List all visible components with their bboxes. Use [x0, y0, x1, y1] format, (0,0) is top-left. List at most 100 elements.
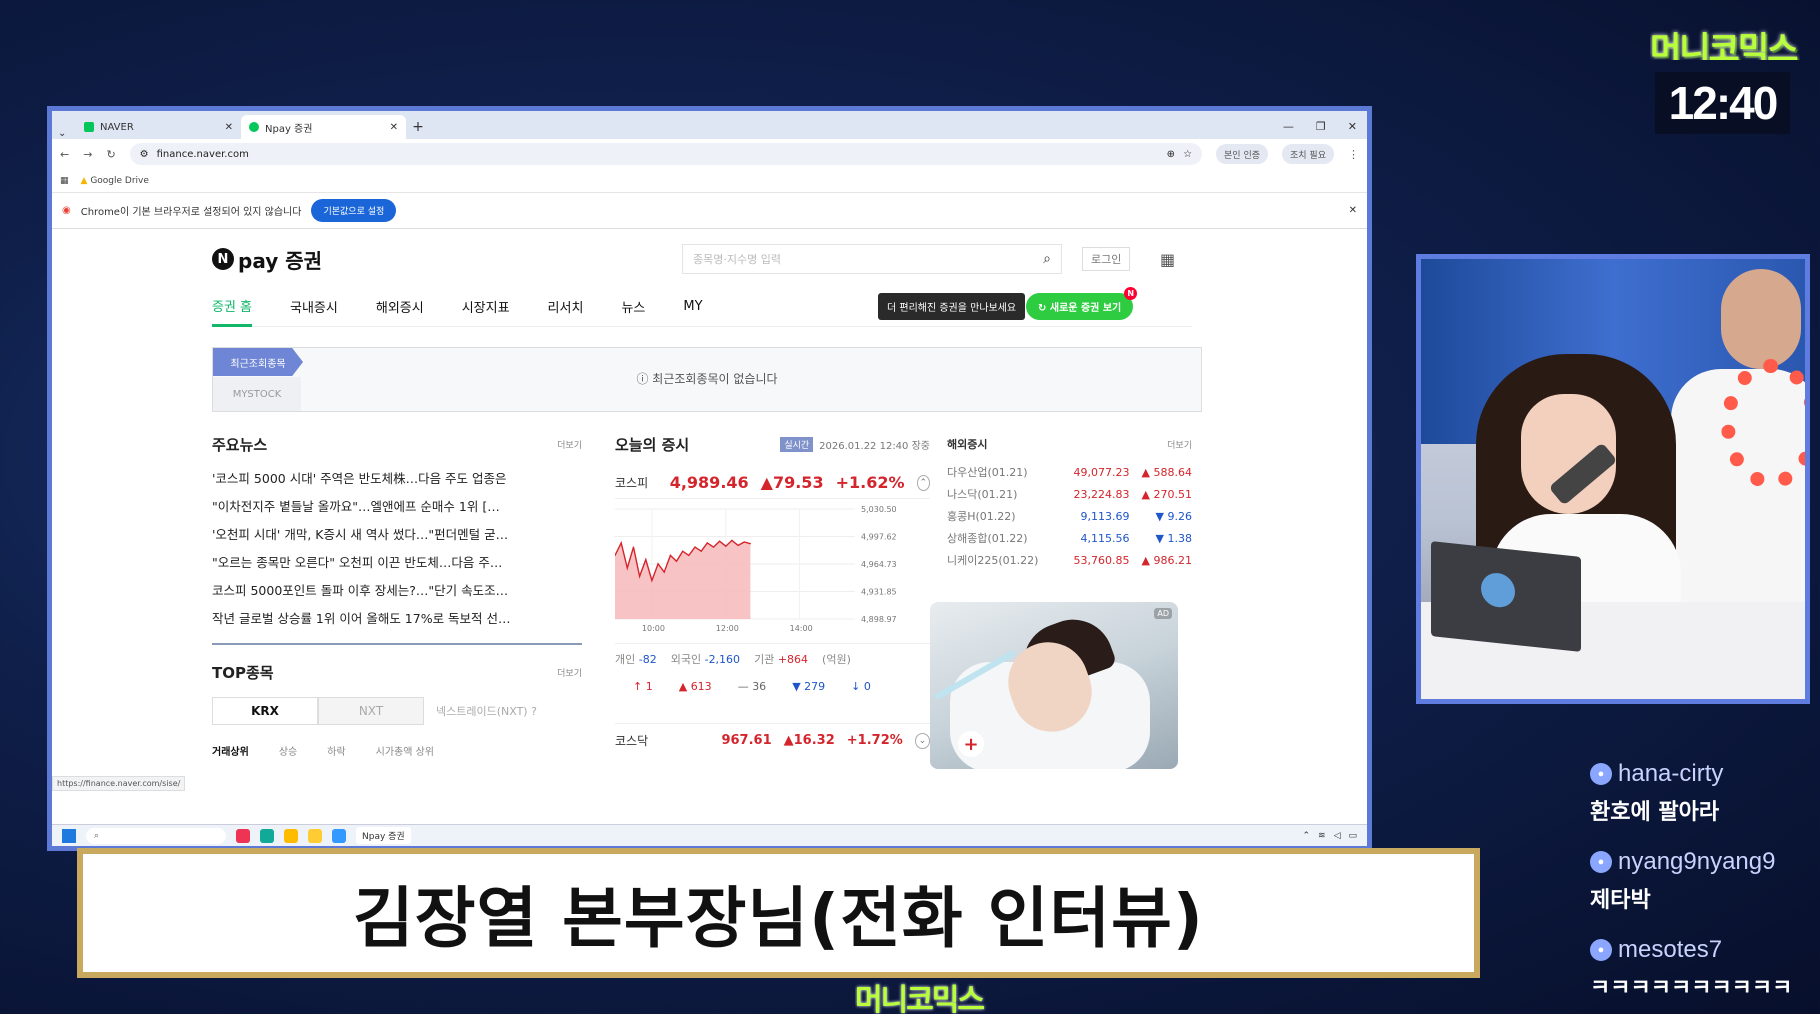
new-tab-icon[interactable]: + [406, 119, 430, 139]
chat-user: ● nyang9nyang9 [1590, 848, 1820, 876]
app-icon[interactable] [236, 828, 250, 843]
bookmark-star-icon[interactable]: ☆ [1183, 149, 1192, 160]
ad-banner[interactable]: AD + [930, 602, 1178, 769]
battery-icon[interactable]: ▭ [1348, 831, 1357, 841]
edge-icon[interactable] [260, 828, 274, 843]
triangle-down-icon: ▼ [792, 679, 801, 693]
nav-indicators[interactable]: 시장지표 [462, 287, 510, 327]
kospi-point [669, 554, 671, 557]
back-icon[interactable]: ← [60, 148, 69, 161]
index-name: 다우산업(01.21) [947, 466, 1028, 479]
chrome-icon[interactable] [284, 828, 298, 843]
news-item[interactable]: 코스피 5000포인트 돌파 이후 장세는?…"단기 속도조… [212, 577, 582, 605]
y-tick-label: 4,964.73 [861, 560, 897, 569]
kospi-row[interactable]: 코스피 4,989.46 ▲79.53 +1.62% ⌃ [615, 467, 930, 499]
news-item[interactable]: '코스피 5000 시대' 주역은 반도체株…다음 주도 업종은 [212, 465, 582, 493]
news-more-link[interactable]: 더보기 [557, 438, 582, 451]
default-browser-infobar: ◉ Chrome이 기본 브라우저로 설정되어 있지 않습니다 기본값으로 설정… [52, 193, 1367, 229]
menu-kebab-icon[interactable]: ⋮ [1348, 148, 1359, 161]
nav-overseas[interactable]: 해외증시 [376, 287, 424, 327]
set-default-button[interactable]: 기본값으로 설정 [311, 199, 397, 222]
top-title: TOP종목 [212, 663, 274, 682]
system-tray: ⌃ ≋ ◁ ▭ [1302, 831, 1357, 841]
world-index-row[interactable]: 다우산업(01.21) 49,077.23 ▲ 588.64 [947, 461, 1192, 483]
tab-search-icon[interactable]: ⌄ [58, 128, 76, 139]
stock-search-input[interactable]: 종목명·지수명 입력 ⌕ [682, 244, 1062, 274]
chevron-down-icon[interactable]: ⌄ [914, 732, 930, 749]
forward-icon[interactable]: → [83, 148, 92, 161]
world-index-row[interactable]: 상해종합(01.22) 4,115.56 ▼ 1.38 [947, 527, 1192, 549]
kospi-point [700, 550, 702, 552]
search-icon[interactable]: ⌕ [1043, 251, 1051, 267]
seg-krx[interactable]: KRX [212, 697, 318, 725]
nxt-note[interactable]: 넥스트레이드(NXT) ? [436, 703, 537, 719]
news-item[interactable]: 작년 글로벌 상승률 1위 이어 올해도 17%로 독보적 선… [212, 605, 582, 633]
action-needed-button[interactable]: 조치 필요 [1282, 144, 1334, 164]
address-bar[interactable]: ⚙ finance.naver.com ⊕ ☆ [129, 143, 1203, 165]
new-stock-button[interactable]: ↻ 새로운 증권 보기 N [1026, 287, 1138, 320]
volume-icon[interactable]: ◁ [1334, 831, 1341, 841]
top-more-link[interactable]: 더보기 [557, 666, 582, 679]
zoom-icon[interactable]: ⊕ [1167, 149, 1175, 160]
y-tick-label: 4,931.85 [861, 588, 897, 597]
index-value: 53,760.85 [1073, 553, 1130, 567]
npay-logo[interactable]: N pay 증권 [212, 245, 322, 274]
live-chat: ● hana-cirty 환호에 팔아라 ● nyang9nyang9 제타박 ● m… [1590, 760, 1820, 1014]
webcam-feed [1416, 254, 1810, 704]
tab-rising[interactable]: 상승 [279, 743, 297, 758]
world-index-row[interactable]: 나스닥(01.21) 23,224.83 ▲ 270.51 [947, 483, 1192, 505]
folder-icon[interactable] [308, 828, 322, 843]
chevron-up-icon[interactable]: ⌃ [916, 474, 930, 491]
individual-flow: -82 [638, 652, 657, 666]
world-index-row[interactable]: 홍콩H(01.22) 9,113.69 ▼ 9.26 [947, 505, 1192, 527]
taskbar-search[interactable]: ⌕ [86, 827, 226, 844]
world-more-link[interactable]: 더보기 [1167, 438, 1192, 451]
chrome-logo-icon: ◉ [62, 205, 71, 216]
nav-domestic[interactable]: 국내증시 [290, 287, 338, 327]
status-url: https://finance.naver.com/sise/ [52, 776, 186, 791]
apps-icon[interactable]: ▦ [60, 176, 69, 186]
news-item[interactable]: "이차전지주 볕들날 올까요"…엘앤에프 순매수 1위 [… [212, 493, 582, 521]
bookmark-google-drive[interactable]: ▲ Google Drive [81, 176, 149, 186]
close-tab-icon[interactable]: ✕ [225, 122, 233, 133]
restore-icon[interactable]: ❐ [1316, 120, 1326, 133]
kospi-point [639, 575, 641, 577]
index-name: 홍콩H(01.22) [947, 510, 1016, 523]
laptop [1431, 541, 1581, 652]
close-infobar-icon[interactable]: ✕ [1349, 205, 1357, 216]
tab-volume[interactable]: 거래상위 [212, 743, 249, 758]
kospi-pct: +1.62% [835, 473, 905, 492]
news-title: 주요뉴스 [212, 435, 268, 454]
nav-news[interactable]: 뉴스 [621, 287, 645, 327]
kospi-point [632, 546, 635, 548]
tray-chevron-icon[interactable]: ⌃ [1302, 831, 1310, 841]
tab-market-cap[interactable]: 시가총액 상위 [376, 743, 434, 758]
windows-start-icon[interactable] [62, 828, 76, 843]
close-tab-icon[interactable]: ✕ [390, 122, 398, 133]
world-index-row[interactable]: 니케이225(01.22) 53,760.85 ▲ 986.21 [947, 549, 1192, 571]
wifi-icon[interactable]: ≋ [1318, 831, 1326, 841]
kosdaq-value: 967.61 [721, 733, 772, 748]
seg-nxt[interactable]: NXT [318, 697, 424, 725]
profile-button[interactable]: 본인 인증 [1216, 144, 1269, 164]
index-value: 23,224.83 [1073, 487, 1130, 501]
news-item[interactable]: "오르는 종목만 오른다" 오천피 이끈 반도체…다음 주… [212, 549, 582, 577]
nav-my[interactable]: MY [683, 287, 702, 327]
close-window-icon[interactable]: ✕ [1348, 120, 1357, 133]
tab-naver[interactable]: NAVER ✕ [76, 115, 241, 139]
apps-grid-icon[interactable]: ▦ [1160, 250, 1175, 269]
nav-home[interactable]: 증권 홈 [212, 287, 253, 327]
login-button[interactable]: 로그인 [1082, 247, 1131, 271]
taskbar-chrome-window[interactable]: Npay 증권 [356, 827, 411, 844]
notepad-icon[interactable] [332, 828, 346, 843]
refresh-icon[interactable]: ↻ [106, 148, 115, 161]
site-info-icon[interactable]: ⚙ [140, 149, 149, 160]
kospi-point [657, 563, 659, 565]
tab-npay[interactable]: Npay 증권 ✕ [241, 115, 406, 139]
minimize-icon[interactable]: — [1283, 120, 1294, 133]
kosdaq-row[interactable]: 코스닥 967.61 ▲16.32 +1.72% ⌄ [615, 723, 930, 757]
tab-falling[interactable]: 하락 [327, 743, 345, 758]
subtitle-caption: 김장열 본부장님(전화 인터뷰) [77, 848, 1480, 978]
nav-research[interactable]: 리서치 [548, 287, 584, 327]
news-item[interactable]: '오천피 시대' 개막, K증시 새 역사 썼다…"펀더멘털 굳… [212, 521, 582, 549]
